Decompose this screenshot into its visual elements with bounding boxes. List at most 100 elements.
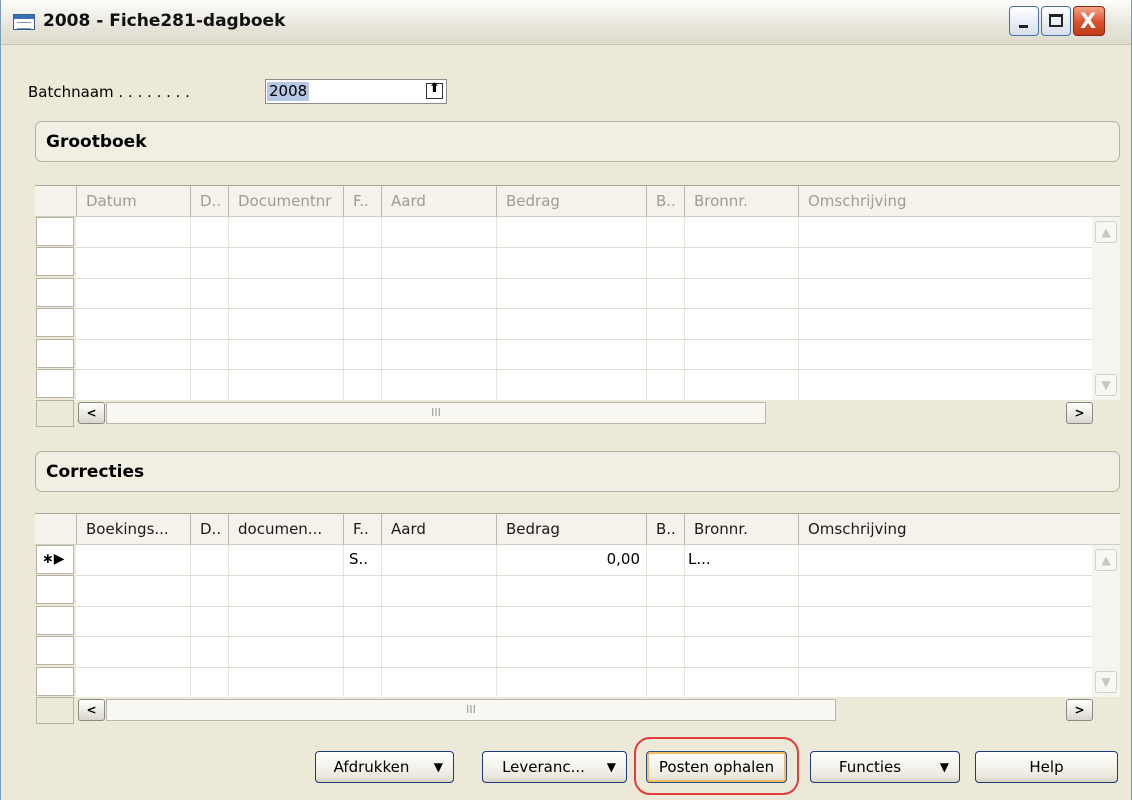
dropdown-arrow-icon: ▼ — [606, 760, 616, 774]
scroll-down-icon[interactable]: ▼ — [1095, 374, 1117, 396]
batch-name-value: 2008 — [267, 82, 310, 101]
grid-line — [646, 545, 647, 697]
column-header-bronnr[interactable]: Bronnr. — [684, 186, 798, 216]
row-selector[interactable] — [36, 575, 74, 604]
grootboek-vertical-scrollbar[interactable]: ▲ ▼ — [1092, 217, 1120, 400]
column-header-b[interactable]: B.. — [646, 514, 684, 544]
scroll-up-icon[interactable]: ▲ — [1095, 221, 1117, 243]
functies-label: Functies — [838, 758, 902, 776]
leveranciers-label: Leveranc... — [502, 758, 585, 776]
scroll-left-icon[interactable]: < — [78, 699, 105, 721]
journal-window: 2008 - Fiche281-dagboek X Batchnaam . . … — [0, 0, 1132, 800]
new-row-selector[interactable]: ∗▶ — [36, 545, 74, 574]
column-header-b[interactable]: B.. — [646, 186, 684, 216]
grid-line — [381, 545, 382, 697]
grid-line — [76, 308, 1117, 309]
column-header-aard[interactable]: Aard — [381, 186, 496, 216]
column-header-f[interactable]: F.. — [343, 514, 381, 544]
correcties-title: Correcties — [46, 462, 145, 482]
batch-lookup-button[interactable]: ⬆ — [426, 81, 443, 99]
maximize-button[interactable] — [1041, 6, 1071, 36]
row-selector[interactable] — [36, 308, 74, 337]
grootboek-title: Grootboek — [46, 132, 147, 152]
column-header-f[interactable]: F.. — [343, 186, 381, 216]
scroll-right-icon[interactable]: > — [1066, 402, 1093, 424]
grid-line — [76, 247, 1117, 248]
close-icon: X — [1080, 9, 1097, 33]
grootboek-scroll-thumb[interactable]: III — [106, 402, 766, 424]
column-header-documentnr[interactable]: Documentnr — [228, 186, 343, 216]
batch-name-field[interactable]: 2008 ⬆ — [265, 79, 447, 104]
row-selector-corner — [36, 697, 74, 724]
scroll-left-icon[interactable]: < — [78, 402, 105, 424]
column-header-bronnr[interactable]: Bronnr. — [684, 514, 798, 544]
row-selector[interactable] — [36, 278, 74, 307]
grootboek-horizontal-scrollbar[interactable]: < III > — [76, 400, 1117, 427]
correcties-scroll-thumb[interactable]: III — [106, 699, 836, 721]
scroll-right-icon[interactable]: > — [1066, 699, 1093, 721]
column-header-omschrijving[interactable]: Omschrijving — [798, 186, 1116, 216]
afdrukken-button[interactable]: Afdrukken ▼ — [315, 751, 454, 783]
up-arrow-icon: ⬆ — [429, 81, 440, 96]
correcties-rows[interactable]: S.. 0,00 L... — [76, 545, 1117, 697]
minimize-button[interactable] — [1009, 6, 1039, 36]
column-header-bedrag[interactable]: Bedrag — [496, 514, 646, 544]
row-selector[interactable] — [36, 606, 74, 635]
grootboek-rows[interactable] — [76, 217, 1117, 400]
column-header-documentnr[interactable]: documen... — [228, 514, 343, 544]
row-selector[interactable] — [36, 217, 74, 246]
form-icon — [13, 14, 35, 30]
row-selector[interactable] — [36, 247, 74, 276]
help-label: Help — [1029, 758, 1064, 776]
dropdown-arrow-icon: ▼ — [939, 760, 949, 774]
row-selector[interactable] — [36, 339, 74, 368]
grid-line — [228, 545, 229, 697]
grootboek-header-row: Datum D.. Documentnr F.. Aard Bedrag B..… — [35, 186, 1120, 217]
cell-bedrag[interactable]: 0,00 — [502, 545, 640, 574]
cell-f[interactable]: S.. — [349, 545, 368, 574]
grid-line — [684, 545, 685, 697]
correcties-vertical-scrollbar[interactable]: ▲ ▼ — [1092, 545, 1120, 697]
row-selector[interactable] — [36, 667, 74, 696]
correcties-grid: Boekings... D.. documen... F.. Aard Bedr… — [35, 513, 1120, 731]
row-selector[interactable] — [36, 636, 74, 665]
correcties-horizontal-scrollbar[interactable]: < III > — [76, 697, 1117, 724]
grid-line — [76, 278, 1117, 279]
column-header-bedrag[interactable]: Bedrag — [496, 186, 646, 216]
column-header-d[interactable]: D.. — [190, 186, 228, 216]
grid-line — [76, 606, 1117, 607]
column-header-aard[interactable]: Aard — [381, 514, 496, 544]
grid-line — [76, 575, 1117, 576]
title-bar[interactable]: 2008 - Fiche281-dagboek X — [1, 0, 1131, 45]
grid-line — [76, 369, 1117, 370]
grootboek-section-header: Grootboek — [35, 121, 1120, 162]
column-header-datum[interactable]: Datum — [76, 186, 190, 216]
leveranciers-button[interactable]: Leveranc... ▼ — [482, 751, 627, 783]
grid-line — [76, 339, 1117, 340]
window-title: 2008 - Fiche281-dagboek — [43, 11, 286, 31]
column-header-omschrijving[interactable]: Omschrijving — [798, 514, 1116, 544]
grid-line — [343, 545, 344, 697]
highlight-annotation — [634, 737, 799, 795]
cell-b[interactable]: L... — [688, 545, 711, 574]
scroll-up-icon[interactable]: ▲ — [1095, 549, 1117, 571]
grid-line — [496, 545, 497, 697]
scroll-down-icon[interactable]: ▼ — [1095, 671, 1117, 693]
grid-line — [190, 545, 191, 697]
column-header-d[interactable]: D.. — [190, 514, 228, 544]
batch-name-label: Batchnaam . . . . . . . . — [28, 83, 190, 101]
functies-button[interactable]: Functies ▼ — [810, 751, 960, 783]
column-header-boekingsdatum[interactable]: Boekings... — [76, 514, 190, 544]
correcties-section-header: Correcties — [35, 451, 1120, 492]
grootboek-grid: Datum D.. Documentnr F.. Aard Bedrag B..… — [35, 185, 1120, 428]
afdrukken-label: Afdrukken — [333, 758, 410, 776]
new-record-icon: ∗▶ — [42, 551, 65, 567]
help-button[interactable]: Help — [975, 751, 1118, 783]
maximize-icon — [1049, 14, 1063, 27]
dropdown-arrow-icon: ▼ — [433, 760, 443, 774]
close-button[interactable]: X — [1073, 6, 1105, 36]
row-selector[interactable] — [36, 369, 74, 398]
grid-line — [76, 667, 1117, 668]
row-selector-corner — [36, 400, 74, 427]
grid-line — [76, 636, 1117, 637]
